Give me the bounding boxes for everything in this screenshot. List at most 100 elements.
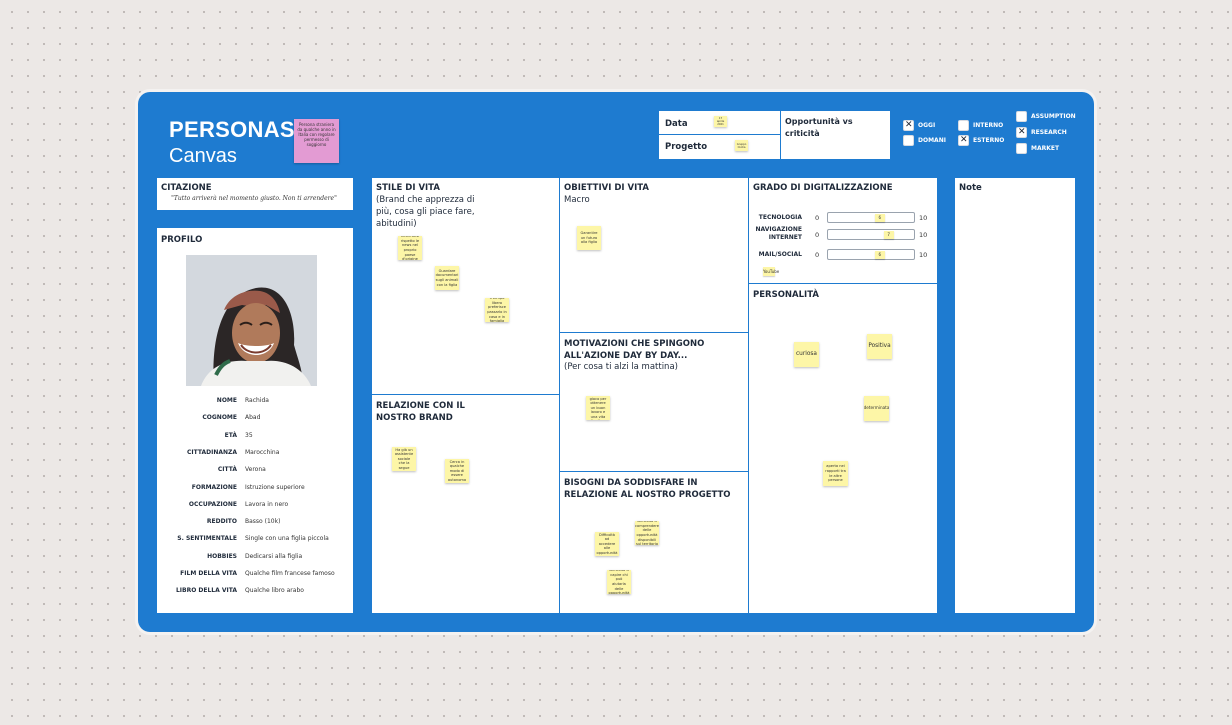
bisogni-panel: BISOGNI DA SODDISFARE IN RELAZIONE AL NO… [560,472,748,613]
sticky-note[interactable]: Ha già un assistente sociale che la segu… [392,447,416,471]
checkbox-domani[interactable] [903,135,914,146]
sticky-note[interactable]: curiosa [794,342,819,367]
digitalizzazione-label: TECNOLOGIA [758,214,802,221]
page-title: PERSONAS [169,117,295,142]
digitalizzazione-slider[interactable] [827,212,915,223]
slider-value-tag[interactable]: 7 [883,230,894,239]
scale-min: 0 [815,231,820,239]
profile-row-key: FILM DELLA VITA [180,570,237,577]
profile-row-key: S. SENTIMENTALE [177,535,237,543]
digitalizzazione-label: NAVIGAZIONE INTERNET [755,226,802,241]
data-value[interactable]: 17 aprile 2021 [714,116,727,127]
obiettivi-subtitle: Macro [564,195,590,205]
note-panel: Note [955,178,1075,613]
stile-subtitle: (Brand che apprezza di più, cosa gli pia… [376,195,475,229]
checkbox-research[interactable] [1016,127,1027,138]
profile-row-value: Basso (10k) [245,518,281,526]
profile-row: LIBRO DELLA VITA Qualche libro arabo [157,587,353,599]
profile-row-key: CITTADINANZA [186,448,237,456]
stile-title: STILE DI VITA [376,183,440,193]
progetto-label: Progetto [665,142,708,152]
profile-row: HOBBIES Dedicarsi alla figlia [157,553,353,565]
citazione-quote: "Tutto arriverà nel momento giusto. Non … [171,195,337,202]
motivazioni-panel: MOTIVAZIONI CHE SPINGONO ALL'AZIONE DAY … [560,333,748,471]
profile-row-value: Lavora in nero [245,500,289,508]
obiettivi-title: OBIETTIVI DI VITA [564,183,649,193]
data-progetto-panel: Data 17 aprile 2021 Progetto Gruppo Civi… [659,111,780,159]
profile-row: FORMAZIONE Istruzione superiore [157,484,353,496]
sticky-note[interactable]: Difficoltà ad accedere alle opportunità [595,532,619,556]
checkbox-interno[interactable] [958,120,969,131]
scale-max: 10 [919,231,928,239]
profile-row-key: OCCUPAZIONE [188,500,237,508]
slider-value-tag[interactable]: 6 [874,250,885,259]
checkbox-market-label: MARKET [1031,145,1060,152]
profile-row: COGNOME Abad [157,414,353,426]
opportunita-panel: Opportunità vs criticità [781,111,890,159]
sticky-note[interactable]: Difficoltà a capire chi può aiutarla del… [607,570,631,594]
checkbox-oggi[interactable] [903,120,914,131]
checkbox-research-label: RESEARCH [1031,129,1067,136]
digitalizzazione-title: GRADO DI DIGITALIZZAZIONE [753,183,893,193]
checkbox-market[interactable] [1016,143,1027,154]
profile-row-key: HOBBIES [207,552,237,560]
sticky-note[interactable]: Vedere in gioco per ottenere un buon lav… [586,396,610,420]
digitalizzazione-panel: GRADO DI DIGITALIZZAZIONE TECNOLOGIA 0 6 10… [749,178,937,283]
opportunita-label: Opportunità vs criticità [785,117,853,138]
slider-value-tag[interactable]: 6 [874,213,885,222]
sticky-note[interactable]: YouTube [763,267,779,276]
sticky-note[interactable]: Cerca in qualche modo di essere autonoma [445,459,469,483]
bisogni-title: BISOGNI DA SODDISFARE IN RELAZIONE AL NO… [564,478,731,500]
sticky-note[interactable]: determinata [864,396,889,421]
note-title: Note [959,183,982,193]
digitalizzazione-slider[interactable] [827,229,915,240]
checkbox-oggi-label: OGGI [918,122,936,129]
progetto-value[interactable]: Gruppo Civilia [735,140,748,151]
profile-row-value: Dedicarsi alla figlia [245,552,303,560]
stile-panel: STILE DI VITA (Brand che apprezza di più… [372,178,559,394]
profile-row-value: Marocchina [245,448,280,456]
profile-row: ETÀ 35 [157,432,353,444]
checkbox-assumption[interactable] [1016,111,1027,122]
checkbox-esterno-label: ESTERNO [973,137,1005,144]
data-label: Data [665,119,688,129]
sticky-note[interactable]: Difficoltà a comprendere delle opportuni… [635,521,659,545]
checkbox-interno-label: INTERNO [973,122,1004,129]
scale-min: 0 [815,214,820,222]
personalita-panel: PERSONALITÀ curiosa Positiva determinata… [749,284,937,613]
sticky-note[interactable]: Positiva [867,334,892,359]
profile-row-key: REDDITO [206,518,237,526]
sticky-note[interactable]: Garantire un futuro alla figlia [577,226,601,250]
obiettivi-panel: OBIETTIVI DI VITA Macro Garantire un fut… [560,178,748,332]
checkbox-esterno[interactable] [958,135,969,146]
profile-row-value: Rachida [245,397,269,404]
sticky-note[interactable]: Il tempo libero preferisce passarlo in c… [485,298,509,322]
sticky-note[interactable]: Guardare documentari sugli animali con l… [435,266,459,290]
digitalizzazione-label: MAIL/SOCIAL [758,251,802,258]
profile-row: CITTADINANZA Marocchina [157,449,353,461]
citazione-panel: CITAZIONE "Tutto arriverà nel momento gi… [157,178,353,210]
profile-row-value: Abad [245,414,261,422]
profile-row-value: 35 [245,431,253,439]
sticky-note[interactable]: aperta nei rapporti tra le altre persone [823,461,848,486]
profile-row-key: COGNOME [202,414,237,422]
profile-row-key: NOME [216,397,237,404]
profile-row-key: ETÀ [224,431,237,439]
page-subtitle: Canvas [169,145,237,167]
sticky-note-pink[interactable]: Persona straniera da qualche anno in Ita… [294,119,339,163]
profile-row-value: Qualche film francese famoso [245,570,335,577]
divider [659,134,780,135]
personalita-title: PERSONALITÀ [753,290,819,300]
checkbox-domani-label: DOMANI [918,137,946,144]
motivazioni-title: MOTIVAZIONI CHE SPINGONO ALL'AZIONE DAY … [564,339,705,361]
relazione-title: RELAZIONE CON IL NOSTRO BRAND [376,401,465,423]
profile-row: FILM DELLA VITA Qualche film francese fam… [157,570,353,582]
profilo-title: PROFILO [161,235,203,245]
profile-row: NOME Rachida [157,397,353,409]
digitalizzazione-slider[interactable] [827,249,915,260]
profile-row: REDDITO Basso (10k) [157,518,353,530]
scale-max: 10 [919,214,928,222]
sticky-note[interactable]: Informarsi rispetto le news nel proprio … [398,236,422,260]
person-photo-icon [186,255,317,386]
profile-row-value: Single con una figlia piccola [245,535,329,543]
